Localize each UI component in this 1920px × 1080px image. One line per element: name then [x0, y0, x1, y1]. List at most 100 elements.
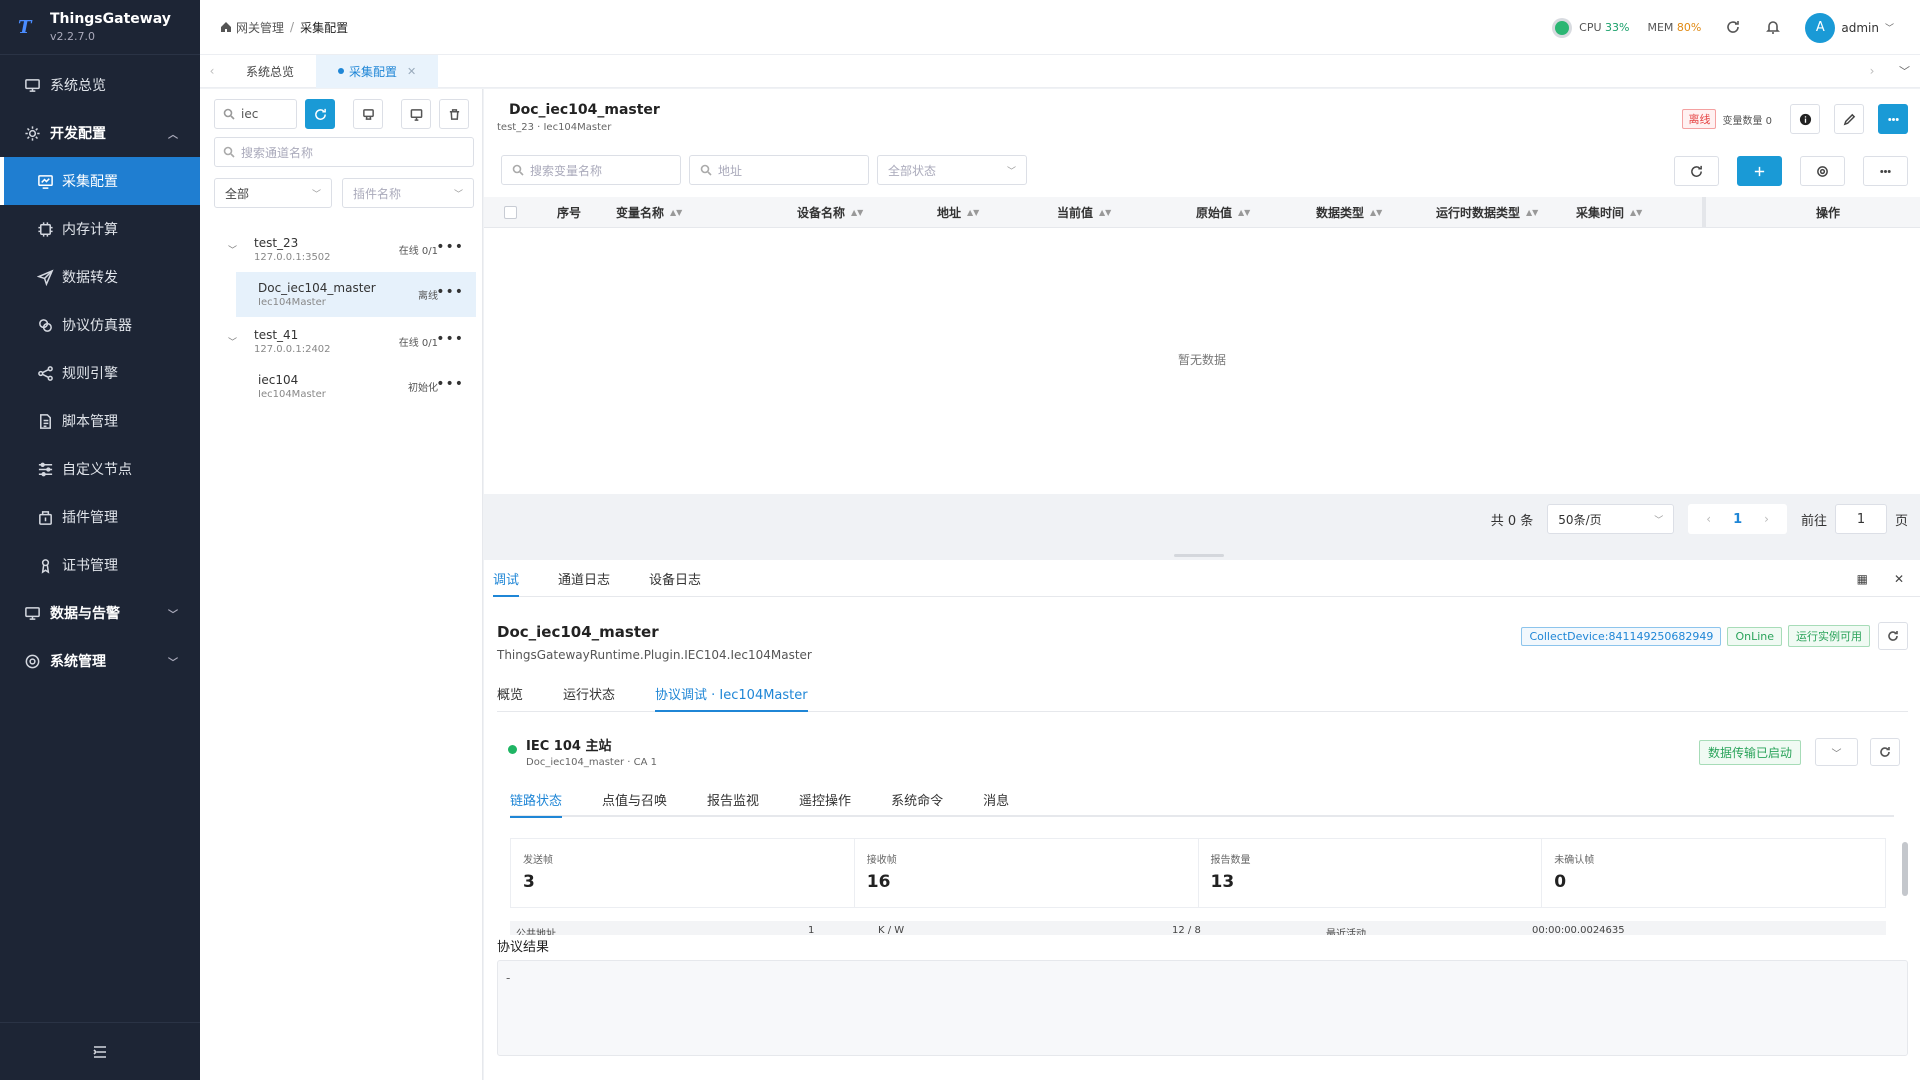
tab-overview[interactable]: 概览 [497, 675, 523, 712]
next-page-button[interactable]: › [1764, 512, 1769, 526]
delete-button[interactable] [439, 99, 469, 129]
chevron-down-icon: ﹀ [168, 609, 178, 621]
sidebar-item-memory-compute[interactable]: 内存计算 [0, 205, 200, 253]
tree-device[interactable]: Doc_iec104_master Iec104Master 离线 ••• [236, 272, 476, 317]
settings-icon [22, 652, 42, 670]
grid-icon[interactable]: ▦ [1857, 572, 1868, 586]
column-header[interactable]: 原始值 ▲▼ [1196, 197, 1250, 228]
sidebar-item-system[interactable]: 系统管理 ﹀ [0, 637, 200, 685]
column-header[interactable]: 变量名称 ▲▼ [616, 197, 682, 228]
sidebar-item-plugin[interactable]: 插件管理 [0, 493, 200, 541]
device-icon [362, 108, 374, 120]
more-button[interactable] [1878, 104, 1908, 134]
sidebar-item-custom-node[interactable]: 自定义节点 [0, 445, 200, 493]
column-header[interactable]: 运行时数据类型 ▲▼ [1436, 197, 1538, 228]
variable-search-input[interactable]: 搜索变量名称 [501, 155, 681, 185]
more-icon[interactable]: ••• [436, 376, 464, 392]
tree-device[interactable]: iec104 Iec104Master 初始化 ••• [200, 364, 482, 409]
edit-button[interactable] [1834, 104, 1864, 134]
close-icon[interactable]: ✕ [1894, 572, 1904, 586]
refresh-button[interactable] [1870, 738, 1900, 766]
info-button[interactable] [1790, 104, 1820, 134]
channel-search-input[interactable]: 搜索通道名称 [214, 137, 474, 167]
actions-dropdown-button[interactable]: ﹀ [1815, 738, 1858, 766]
sidebar-item-dev-config[interactable]: 开发配置 ︿ [0, 109, 200, 157]
chevron-down-icon[interactable]: ﹀ [228, 243, 237, 256]
page-tabs: ‹ 系统总览 采集配置 ✕ › ﹀ [200, 54, 1920, 88]
more-actions-button[interactable] [1863, 156, 1908, 186]
tab-channel-log[interactable]: 通道日志 [558, 560, 610, 597]
tab-protocol-debug[interactable]: 协议调试 · Iec104Master [655, 675, 808, 712]
channel-tree: ﹀ test_23 127.0.0.1:3502 在线 0/1 ••• Doc_i… [200, 227, 482, 409]
tab-report-monitor[interactable]: 报告监视 [707, 783, 759, 816]
tab-runtime-status[interactable]: 运行状态 [563, 675, 615, 712]
tab-overview[interactable]: 系统总览 [224, 55, 316, 88]
resize-handle[interactable] [1174, 554, 1224, 557]
refresh-button[interactable] [1878, 622, 1908, 650]
chevron-down-icon[interactable]: ﹀ [228, 335, 237, 348]
select-all-checkbox[interactable] [504, 197, 517, 228]
close-icon[interactable]: ✕ [407, 65, 416, 78]
sidebar-item-overview[interactable]: 系统总览 [0, 61, 200, 109]
sidebar-item-simulator[interactable]: 协议仿真器 [0, 301, 200, 349]
page-number[interactable]: 1 [1733, 512, 1742, 527]
state-filter-select[interactable]: 全部状态 ﹀ [877, 155, 1027, 185]
status-filter-select[interactable]: 全部 ﹀ [214, 178, 332, 208]
file-icon [36, 412, 54, 430]
refresh-tree-button[interactable] [305, 99, 335, 129]
prev-page-button[interactable]: ‹ [1706, 512, 1711, 526]
bell-icon[interactable] [1765, 19, 1783, 37]
column-header[interactable]: 当前值 ▲▼ [1057, 197, 1111, 228]
transfer-status-badge: 数据传输已启动 [1698, 739, 1801, 765]
tab-debug[interactable]: 调试 [493, 560, 520, 597]
device-search-input[interactable]: iec [214, 99, 297, 129]
sidebar-item-certificate[interactable]: 证书管理 [0, 541, 200, 589]
goto-page-input[interactable]: 1 [1834, 504, 1887, 534]
instance-badge: 运行实例可用 [1788, 625, 1870, 647]
column-settings-button[interactable] [1800, 156, 1845, 186]
status-badge: 离线 [418, 291, 438, 302]
address-search-input[interactable]: 地址 [689, 155, 869, 185]
tab-point-values[interactable]: 点值与召唤 [602, 783, 667, 816]
user-name[interactable]: admin [1841, 21, 1879, 35]
tabs-scroll-left-icon[interactable]: ‹ [200, 64, 224, 78]
tab-system-command[interactable]: 系统命令 [891, 783, 943, 816]
tab-remote-control[interactable]: 遥控操作 [799, 783, 851, 816]
column-header[interactable]: 地址 ▲▼ [937, 197, 979, 228]
page-size-select[interactable]: 50条/页 ﹀ [1547, 504, 1675, 534]
chevron-down-icon[interactable]: ﹀ [1885, 21, 1894, 34]
sidebar-item-collect-config[interactable]: 采集配置 [0, 157, 200, 205]
tabs-scroll-right-icon[interactable]: › [1860, 64, 1884, 78]
refresh-icon[interactable] [1725, 19, 1743, 37]
tab-messages[interactable]: 消息 [983, 783, 1009, 816]
add-variable-button[interactable] [1737, 156, 1782, 186]
sidebar-item-data-alarm[interactable]: 数据与告警 ﹀ [0, 589, 200, 637]
column-header[interactable]: 数据类型 ▲▼ [1316, 197, 1382, 228]
more-icon[interactable]: ••• [436, 331, 464, 347]
tree-channel[interactable]: ﹀ test_23 127.0.0.1:3502 在线 0/1 ••• [200, 227, 482, 272]
scrollbar[interactable] [1902, 842, 1908, 932]
tab-collect-config[interactable]: 采集配置 ✕ [316, 54, 439, 88]
sidebar-item-script[interactable]: 脚本管理 [0, 397, 200, 445]
tab-link-status[interactable]: 链路状态 [510, 783, 563, 818]
link-stats: 发送帧 3 接收帧 16 报告数量 13 未确认帧 0 [510, 838, 1886, 908]
monitor-button[interactable] [401, 99, 431, 129]
sidebar-collapse-button[interactable] [0, 1022, 200, 1080]
more-icon[interactable]: ••• [436, 284, 464, 300]
tab-device-log[interactable]: 设备日志 [649, 560, 701, 597]
avatar[interactable]: A [1805, 12, 1836, 43]
column-header[interactable]: 设备名称 ▲▼ [797, 197, 863, 228]
online-badge: OnLine [1727, 626, 1782, 646]
tree-channel[interactable]: ﹀ test_41 127.0.0.1:2402 在线 0/1 ••• [200, 319, 482, 364]
sort-icon: ▲▼ [967, 208, 980, 217]
refresh-button[interactable] [1674, 156, 1719, 186]
column-header[interactable]: 采集时间 ▲▼ [1576, 197, 1642, 228]
breadcrumb-root[interactable]: 网关管理 [236, 19, 284, 36]
sidebar-item-data-forward[interactable]: 数据转发 [0, 253, 200, 301]
more-icon[interactable]: ••• [436, 239, 464, 255]
plugin-filter-select[interactable]: 插件名称 ﹀ [342, 178, 474, 208]
tabs-dropdown-icon[interactable]: ﹀ [1899, 63, 1910, 79]
sidebar-item-rule-engine[interactable]: 规则引擎 [0, 349, 200, 397]
refresh-icon [1888, 631, 1898, 641]
device-add-button[interactable] [353, 99, 383, 129]
